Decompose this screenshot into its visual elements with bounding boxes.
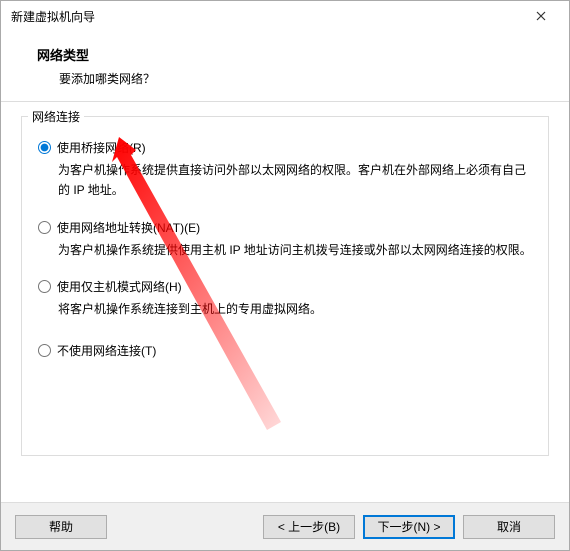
option-none: 不使用网络连接(T)	[36, 342, 534, 359]
option-hostonly-desc: 将客户机操作系统连接到主机上的专用虚拟网络。	[58, 299, 534, 319]
option-bridged: 使用桥接网络(R) 为客户机操作系统提供直接访问外部以太网网络的权限。客户机在外…	[36, 139, 534, 201]
radio-none-label[interactable]: 不使用网络连接(T)	[57, 342, 156, 359]
option-hostonly: 使用仅主机模式网络(H) 将客户机操作系统连接到主机上的专用虚拟网络。	[36, 278, 534, 319]
option-bridged-desc: 为客户机操作系统提供直接访问外部以太网网络的权限。客户机在外部网络上必须有自己的…	[58, 160, 534, 201]
wizard-header: 网络类型 要添加哪类网络？	[1, 31, 569, 102]
help-button[interactable]: 帮助	[15, 515, 107, 539]
option-nat: 使用网络地址转换(NAT)(E) 为客户机操作系统提供使用主机 IP 地址访问主…	[36, 219, 534, 260]
back-button[interactable]: < 上一步(B)	[263, 515, 355, 539]
radio-bridged-label[interactable]: 使用桥接网络(R)	[57, 139, 146, 156]
radio-hostonly[interactable]	[38, 280, 51, 293]
radio-hostonly-label[interactable]: 使用仅主机模式网络(H)	[57, 278, 182, 295]
radio-none[interactable]	[38, 344, 51, 357]
option-nat-desc: 为客户机操作系统提供使用主机 IP 地址访问主机拨号连接或外部以太网网络连接的权…	[58, 240, 534, 260]
wizard-footer: 帮助 < 上一步(B) 下一步(N) > 取消	[1, 502, 569, 550]
window-title: 新建虚拟机向导	[11, 8, 521, 25]
cancel-button[interactable]: 取消	[463, 515, 555, 539]
close-button[interactable]	[521, 2, 561, 30]
radio-nat[interactable]	[38, 221, 51, 234]
next-button[interactable]: 下一步(N) >	[363, 515, 455, 539]
radio-bridged[interactable]	[38, 141, 51, 154]
network-connection-group: 网络连接 使用桥接网络(R) 为客户机操作系统提供直接访问外部以太网网络的权限。…	[21, 116, 549, 456]
radio-nat-label[interactable]: 使用网络地址转换(NAT)(E)	[57, 219, 200, 236]
titlebar: 新建虚拟机向导	[1, 1, 569, 31]
page-title: 网络类型	[37, 45, 545, 64]
group-legend: 网络连接	[28, 108, 84, 125]
wizard-body: 网络连接 使用桥接网络(R) 为客户机操作系统提供直接访问外部以太网网络的权限。…	[1, 102, 569, 496]
close-icon	[536, 8, 546, 24]
page-subtitle: 要添加哪类网络？	[37, 70, 545, 87]
